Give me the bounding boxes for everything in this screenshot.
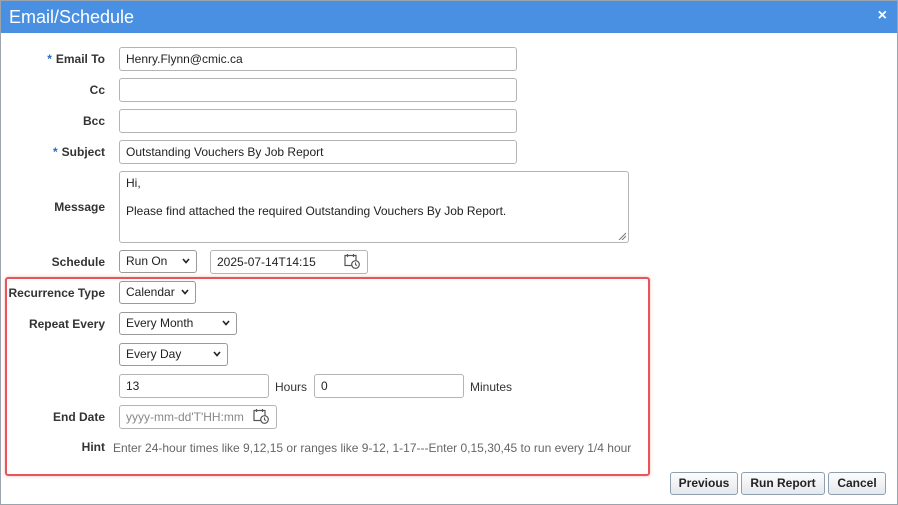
chevron-down-icon bbox=[213, 351, 221, 357]
recurrence-type-label: Recurrence Type bbox=[8, 286, 106, 300]
calendar-icon[interactable] bbox=[344, 253, 360, 269]
minutes-input[interactable]: 0 bbox=[314, 374, 464, 398]
dialog-title: Email/Schedule bbox=[9, 7, 135, 27]
resize-grip-icon[interactable] bbox=[618, 232, 626, 240]
recurrence-type-select[interactable]: Calendar bbox=[119, 281, 196, 304]
chevron-down-icon bbox=[222, 320, 230, 326]
subject-label: * Subject bbox=[52, 145, 105, 159]
required-marker: * bbox=[52, 145, 58, 159]
minutes-label: Minutes bbox=[470, 380, 513, 394]
required-marker: * bbox=[47, 52, 52, 66]
email-to-input[interactable]: Henry.Flynn@cmic.ca bbox=[119, 47, 517, 71]
chevron-down-icon bbox=[182, 258, 190, 264]
run-report-button[interactable]: Run Report bbox=[741, 472, 825, 495]
message-textarea[interactable]: Hi, Please find attached the required Ou… bbox=[119, 171, 629, 243]
hours-label: Hours bbox=[275, 380, 308, 394]
schedule-select[interactable]: Run On bbox=[119, 250, 197, 273]
subject-input[interactable]: Outstanding Vouchers By Job Report bbox=[119, 140, 517, 164]
hint-text: Enter 24-hour times like 9,12,15 or rang… bbox=[113, 441, 632, 455]
schedule-label: Schedule bbox=[51, 255, 105, 269]
bcc-input[interactable] bbox=[119, 109, 517, 133]
cancel-button[interactable]: Cancel bbox=[828, 472, 886, 495]
repeat-every-label: Repeat Every bbox=[28, 317, 105, 331]
cc-label: Cc bbox=[89, 83, 105, 97]
email-to-label: * Email To bbox=[47, 52, 105, 66]
message-label: Message bbox=[54, 200, 105, 214]
end-date-label: End Date bbox=[52, 410, 105, 424]
bcc-label: Bcc bbox=[82, 114, 105, 128]
cc-input[interactable] bbox=[119, 78, 517, 102]
repeat-day-select[interactable]: Every Day bbox=[119, 343, 228, 366]
repeat-month-select[interactable]: Every Month bbox=[119, 312, 237, 335]
close-icon[interactable]: × bbox=[878, 8, 887, 24]
hours-input[interactable]: 13 bbox=[119, 374, 269, 398]
email-schedule-dialog: Email/Schedule × * Email To Henry.Flynn@c… bbox=[0, 0, 898, 505]
dialog-titlebar: Email/Schedule × bbox=[1, 1, 897, 33]
hint-label: Hint bbox=[81, 440, 105, 454]
chevron-down-icon bbox=[181, 289, 189, 295]
calendar-icon[interactable] bbox=[253, 408, 269, 424]
previous-button[interactable]: Previous bbox=[670, 472, 738, 495]
